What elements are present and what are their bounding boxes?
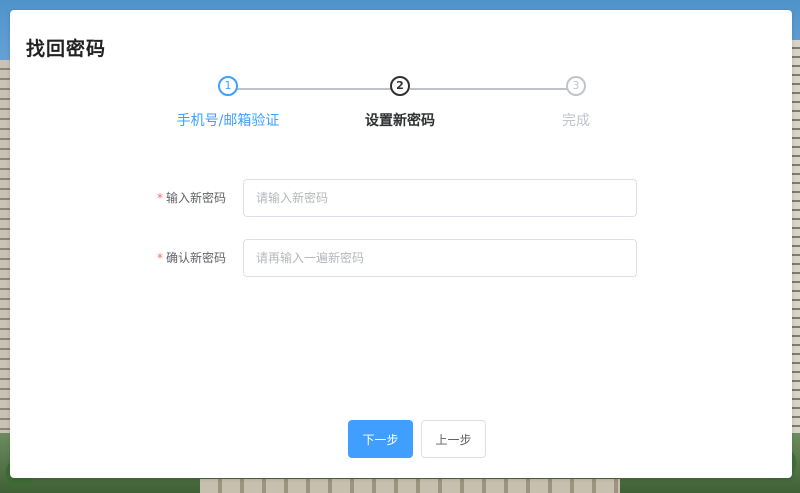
step-label-2: 设置新密码 [365, 113, 435, 129]
required-mark: * [156, 191, 163, 205]
next-step-button[interactable]: 下一步 [348, 420, 413, 458]
new-password-input[interactable] [243, 179, 637, 217]
new-password-label-text: 输入新密码 [165, 191, 226, 205]
reset-password-card: 找回密码 1 手机号/邮箱验证 2 设置新密码 3 完成 * 输入新密码 * 确认新… [10, 10, 792, 478]
step-label-3: 完成 [562, 113, 590, 129]
confirm-password-row: * 确认新密码 [10, 239, 792, 277]
step-set-new-password: 2 设置新密码 [330, 76, 470, 130]
new-password-label: * 输入新密码 [130, 179, 226, 217]
previous-step-button[interactable]: 上一步 [421, 420, 486, 458]
confirm-password-label: * 确认新密码 [130, 239, 226, 277]
step-number-2: 2 [390, 76, 410, 96]
step-progress: 1 手机号/邮箱验证 2 设置新密码 3 完成 [10, 10, 792, 150]
step-label-1: 手机号/邮箱验证 [176, 113, 280, 129]
confirm-password-input[interactable] [243, 239, 637, 277]
background-ground [200, 479, 620, 493]
new-password-row: * 输入新密码 [10, 179, 792, 217]
confirm-password-label-text: 确认新密码 [165, 251, 226, 265]
step-complete: 3 完成 [506, 76, 646, 130]
required-mark: * [156, 251, 163, 265]
step-number-1: 1 [218, 76, 238, 96]
step-number-3: 3 [566, 76, 586, 96]
step-phone-email-verify: 1 手机号/邮箱验证 [158, 76, 298, 130]
